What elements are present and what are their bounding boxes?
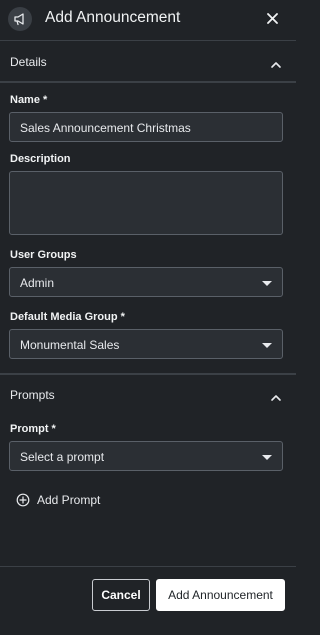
prompt-placeholder: Select a prompt [20, 450, 105, 464]
add-announcement-button[interactable]: Add Announcement [156, 579, 285, 611]
add-prompt-label: Add Prompt [37, 493, 101, 507]
default-media-group-label: Default Media Group * [10, 311, 125, 323]
prompts-section-label: Prompts [10, 388, 55, 402]
caret-down-icon [262, 281, 272, 286]
details-section-header[interactable]: Details [0, 47, 296, 77]
chevron-up-icon[interactable] [270, 57, 282, 68]
details-divider [0, 81, 296, 83]
cancel-button[interactable]: Cancel [92, 579, 150, 611]
plus-circle-icon [16, 493, 30, 507]
megaphone-icon [8, 7, 32, 31]
footer-divider [0, 566, 296, 567]
add-prompt-button[interactable]: Add Prompt [16, 491, 100, 509]
default-media-group-select[interactable]: Monumental Sales [9, 329, 283, 359]
user-groups-value: Admin [20, 276, 55, 290]
description-label: Description [10, 153, 71, 165]
name-field[interactable]: Sales Announcement Christmas [9, 112, 283, 142]
details-section-label: Details [10, 55, 47, 69]
dialog-title: Add Announcement [45, 9, 181, 26]
header-divider [0, 40, 296, 41]
description-field[interactable] [9, 171, 283, 235]
dialog-header: Add Announcement [0, 0, 296, 38]
user-groups-select[interactable]: Admin [9, 267, 283, 297]
caret-down-icon [262, 455, 272, 460]
prompts-section-header[interactable]: Prompts [0, 380, 296, 410]
name-value: Sales Announcement Christmas [20, 121, 191, 135]
section-divider [0, 373, 296, 375]
prompt-select[interactable]: Select a prompt [9, 441, 283, 471]
close-icon[interactable] [263, 9, 281, 27]
prompt-label: Prompt * [10, 423, 56, 435]
chevron-up-icon[interactable] [270, 390, 282, 401]
caret-down-icon [262, 343, 272, 348]
default-media-group-value: Monumental Sales [20, 338, 120, 352]
name-label: Name * [10, 94, 48, 106]
user-groups-label: User Groups [10, 249, 77, 261]
